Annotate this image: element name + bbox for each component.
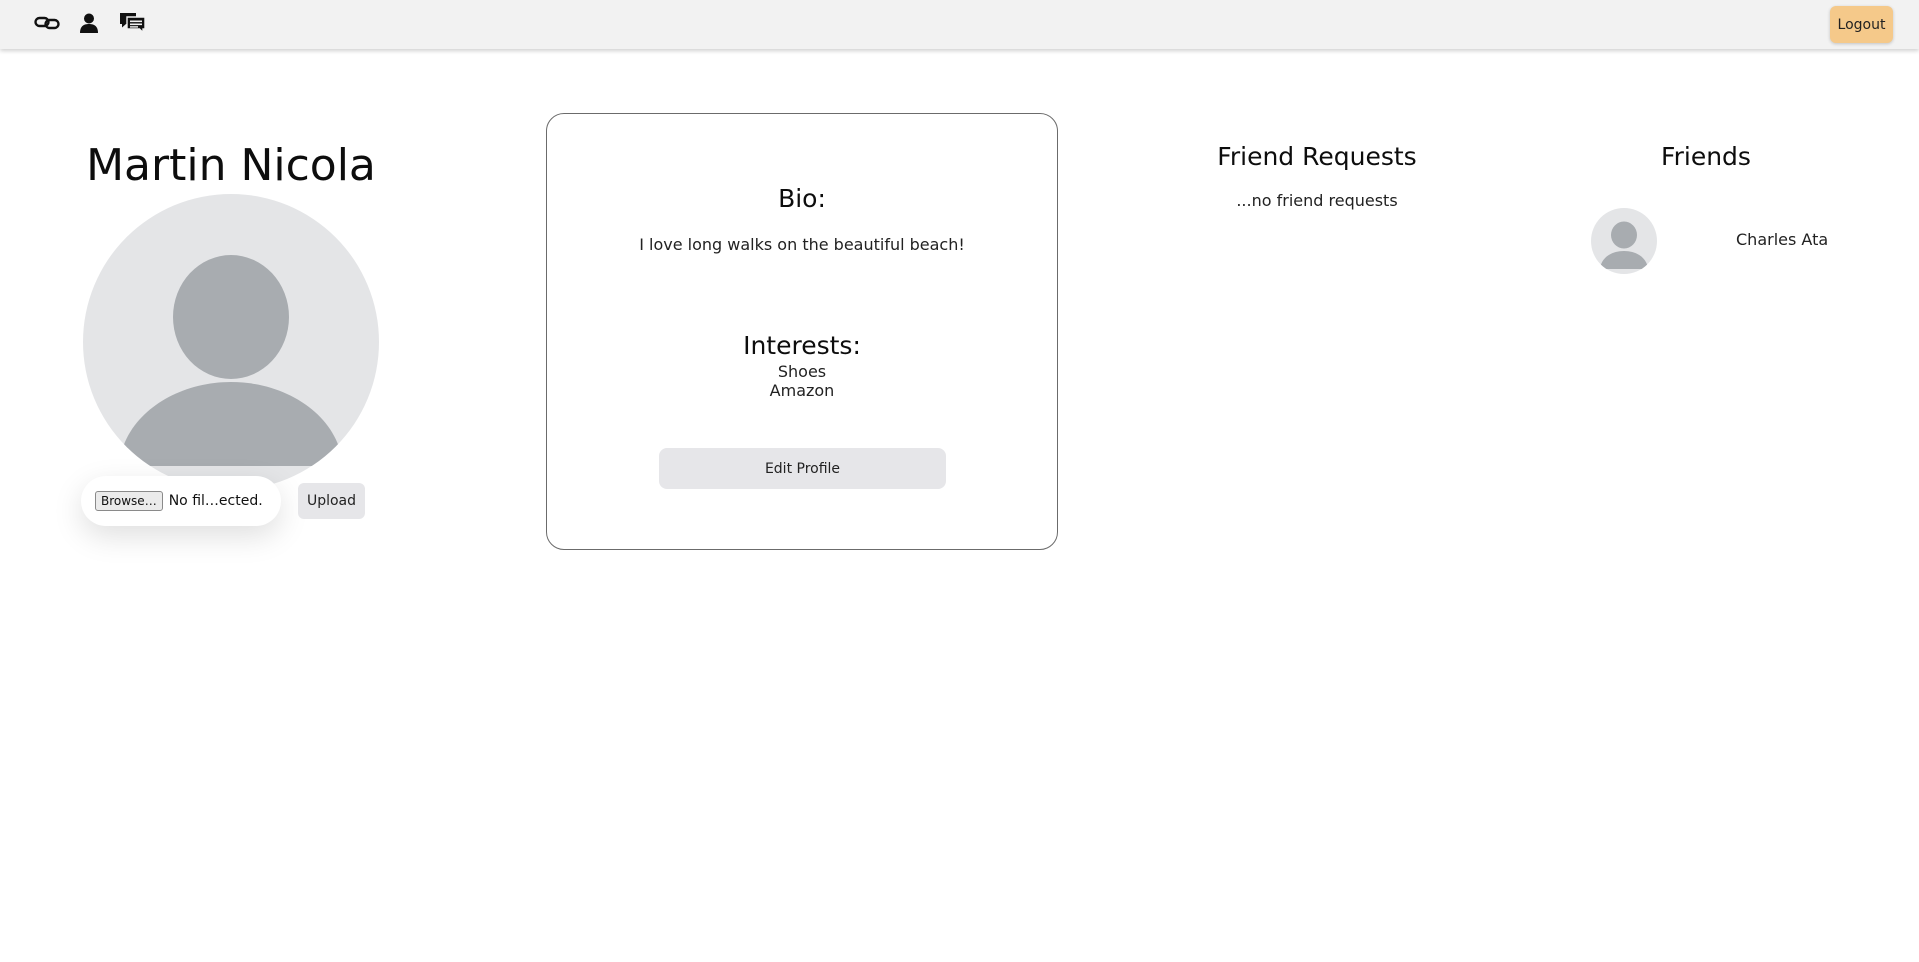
avatar-placeholder-icon xyxy=(1600,221,1648,269)
user-icon[interactable] xyxy=(74,10,104,36)
avatar-placeholder-icon xyxy=(119,255,343,466)
link-icon[interactable] xyxy=(32,10,62,36)
interest-item: Amazon xyxy=(769,381,835,400)
file-status: No fil…ected. xyxy=(168,493,263,509)
friend-requests-heading: Friend Requests xyxy=(1217,142,1417,171)
profile-name: Martin Nicola xyxy=(86,140,376,191)
bio-card: Bio: I love long walks on the beautiful … xyxy=(546,113,1058,550)
browse-button[interactable]: Browse… xyxy=(95,491,163,511)
edit-profile-button[interactable]: Edit Profile xyxy=(659,448,946,489)
interest-item: Shoes xyxy=(777,362,827,381)
upload-button[interactable]: Upload xyxy=(298,483,365,519)
interests-list: Shoes Amazon xyxy=(547,362,1057,400)
friends-heading: Friends xyxy=(1661,142,1751,171)
friend-avatar xyxy=(1591,208,1657,274)
friend-name: Charles Ata xyxy=(1736,230,1829,249)
bio-text: I love long walks on the beautiful beach… xyxy=(639,235,965,254)
top-navbar: Logout xyxy=(0,0,1919,49)
logout-button[interactable]: Logout xyxy=(1830,6,1893,43)
profile-avatar xyxy=(83,194,379,490)
file-input[interactable]: Browse… No fil…ected. xyxy=(81,476,281,526)
friend-requests-empty: ...no friend requests xyxy=(1236,191,1398,210)
interests-heading: Interests: xyxy=(743,331,861,360)
chat-icon[interactable] xyxy=(117,10,147,36)
friend-list-item[interactable]: Charles Ata xyxy=(1591,208,1831,274)
bio-heading: Bio: xyxy=(778,184,826,213)
